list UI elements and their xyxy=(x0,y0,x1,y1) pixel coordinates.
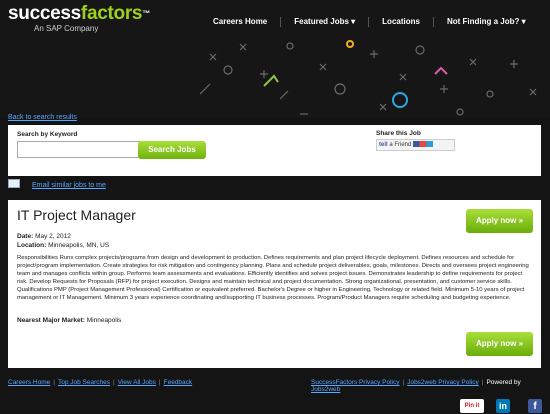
search-panel: Search by Keyword Search Jobs Share this… xyxy=(8,125,541,176)
footer-careers-home[interactable]: Careers Home xyxy=(8,379,50,386)
jobs2web-link[interactable]: Jobs2web xyxy=(311,386,340,393)
location-label: Location: xyxy=(17,242,47,249)
brand-name-factors: factors xyxy=(80,3,143,24)
email-similar-jobs[interactable]: Email similar jobs to me xyxy=(8,179,106,189)
share-icons xyxy=(413,141,434,147)
job-card: IT Project Manager Date: May 2, 2012 Loc… xyxy=(8,200,541,368)
powered-by-label: Powered by xyxy=(486,379,521,386)
job-description: Responsibilities Runs complex projects/p… xyxy=(17,255,529,301)
apply-now-button-top[interactable]: Apply now » xyxy=(466,209,533,233)
nav-locations[interactable]: Locations xyxy=(368,17,433,27)
nav-featured-jobs[interactable]: Featured Jobs ▾ xyxy=(280,17,368,27)
pinterest-icon[interactable]: Pin it xyxy=(460,399,484,413)
apply-now-button-bottom[interactable]: Apply now » xyxy=(466,332,533,356)
email-icon xyxy=(8,179,20,188)
footer-policies: SuccessFactors Privacy Policy | Jobs2web P… xyxy=(311,379,521,393)
search-jobs-button[interactable]: Search Jobs xyxy=(138,141,206,159)
job-location: Location: Minneapolis, MN, US xyxy=(17,242,109,249)
brand-logo[interactable]: successfactors™ An SAP Company xyxy=(8,3,150,34)
job-date: Date: May 2, 2012 xyxy=(17,233,71,240)
location-value: Minneapolis, MN, US xyxy=(48,242,110,249)
email-similar-jobs-link[interactable]: Email similar jobs to me xyxy=(32,182,106,189)
brand-subtitle: An SAP Company xyxy=(34,24,99,33)
a-friend-text: a Friend xyxy=(389,142,412,148)
tell-text: tell xyxy=(379,142,388,148)
footer-links: Careers Home | Top Job Searches | View All J… xyxy=(8,379,193,386)
search-label: Search by Keyword xyxy=(17,131,78,138)
main-nav: Careers Home Featured Jobs ▾ Locations N… xyxy=(200,17,539,27)
linkedin-icon[interactable]: in xyxy=(496,399,510,413)
market-value: Minneapolis xyxy=(86,317,122,324)
tell-a-friend-button[interactable]: tell a Friend xyxy=(376,139,455,151)
date-label: Date: xyxy=(17,233,34,240)
back-to-results-link[interactable]: Back to search results xyxy=(8,114,77,121)
nav-not-finding-job[interactable]: Not Finding a Job? ▾ xyxy=(432,17,539,27)
footer-top-job-searches[interactable]: Top Job Searches xyxy=(58,379,110,386)
decorative-pattern xyxy=(199,40,537,116)
jobs2web-privacy-link[interactable]: Jobs2web Privacy Policy xyxy=(407,379,479,386)
share-label: Share this Job xyxy=(376,130,421,137)
brand-name-success: success xyxy=(8,3,81,24)
keyword-search-input[interactable] xyxy=(17,141,142,158)
nearest-market: Nearest Major Market: Minneapolis xyxy=(17,317,121,324)
trademark: ™ xyxy=(142,9,150,18)
market-label: Nearest Major Market: xyxy=(17,317,85,324)
facebook-icon[interactable]: f xyxy=(528,399,542,413)
successfactors-privacy-link[interactable]: SuccessFactors Privacy Policy xyxy=(311,379,400,386)
date-value: May 2, 2012 xyxy=(35,233,71,240)
site-header: successfactors™ An SAP Company Careers H… xyxy=(0,0,550,118)
footer-view-all-jobs[interactable]: View All Jobs xyxy=(118,379,156,386)
job-title: IT Project Manager xyxy=(17,207,136,223)
footer-feedback[interactable]: Feedback xyxy=(164,379,193,386)
nav-careers-home[interactable]: Careers Home xyxy=(200,17,280,27)
